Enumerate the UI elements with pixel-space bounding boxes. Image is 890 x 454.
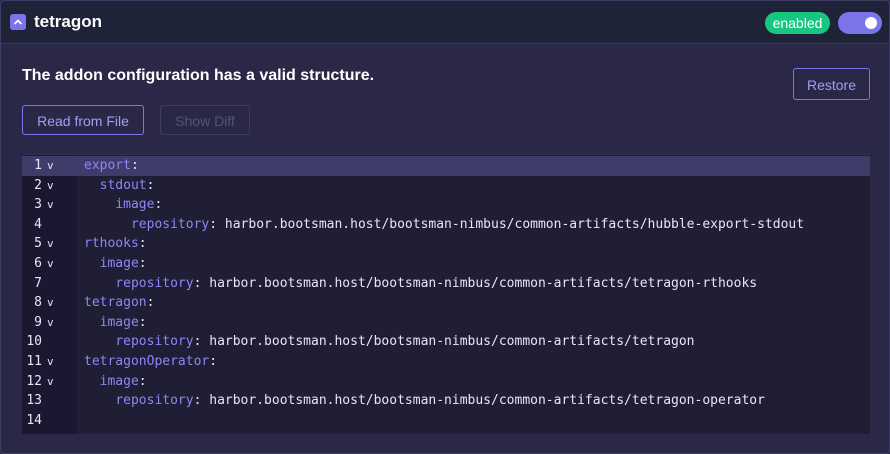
line-code: export: bbox=[84, 156, 139, 176]
yaml-key: tetragonOperator bbox=[84, 354, 210, 369]
yaml-value: harbor.bootsman.host/bootsman-nimbus/com… bbox=[201, 275, 758, 291]
yaml-key: repository bbox=[115, 275, 194, 291]
line-code: tetragonOperator: bbox=[84, 352, 217, 372]
editor-line[interactable]: 2v stdout: bbox=[22, 176, 870, 196]
validation-message: The addon configuration has a valid stru… bbox=[22, 67, 375, 84]
config-editor[interactable]: 1 v export: 2 v stdout: 3 v image: 4 repository… bbox=[22, 154, 870, 434]
line-number: 14 bbox=[26, 412, 42, 428]
fold-chevron-icon[interactable]: v bbox=[47, 234, 57, 254]
yaml-separator: : bbox=[209, 216, 218, 232]
editor-line[interactable]: 3v image: bbox=[22, 195, 870, 215]
line-number: 5 bbox=[34, 236, 42, 252]
yaml-value: harbor.bootsman.host/bootsman-nimbus/com… bbox=[201, 393, 765, 409]
show-diff-button[interactable]: Show Diff bbox=[160, 105, 250, 135]
yaml-separator: : bbox=[209, 354, 218, 369]
editor-line[interactable]: 4 repository: harbor.bootsman.host/boots… bbox=[22, 215, 870, 235]
editor-line[interactable]: 11 v tetragonOperator: bbox=[22, 352, 870, 372]
editor-line[interactable]: 12 v image: bbox=[22, 372, 870, 392]
fold-chevron-icon[interactable]: v bbox=[47, 176, 57, 196]
yaml-separator: : bbox=[138, 314, 147, 330]
yaml-key: image bbox=[99, 314, 139, 330]
yaml-separator: : bbox=[138, 256, 147, 271]
line-number: 12 bbox=[26, 373, 42, 389]
yaml-separator: : bbox=[146, 295, 155, 311]
yaml-key: repository bbox=[115, 334, 194, 350]
yaml-key: image bbox=[99, 373, 139, 389]
editor-line[interactable]: 1 v export: bbox=[22, 156, 870, 176]
line-number: 11 bbox=[26, 354, 42, 369]
addon-header: tetragon enabled bbox=[1, 1, 889, 44]
yaml-key: image bbox=[115, 197, 155, 213]
line-code: rthooks: bbox=[84, 234, 147, 254]
addon-panel: tetragon enabled The addon configuration… bbox=[0, 0, 890, 454]
line-code: stdout: bbox=[84, 176, 155, 196]
editor-line[interactable]: 7 repository: harbor.bootsman.host/boots… bbox=[22, 274, 870, 294]
enable-toggle[interactable] bbox=[838, 12, 882, 34]
line-number: 3 bbox=[34, 197, 42, 213]
line-number: 10 bbox=[26, 334, 42, 350]
yaml-separator: : bbox=[154, 197, 163, 213]
yaml-value: harbor.bootsman.host/bootsman-nimbus/com… bbox=[217, 216, 805, 232]
editor-line[interactable]: 6v image: bbox=[22, 254, 870, 274]
editor-line[interactable]: 5 v rthooks: bbox=[22, 234, 870, 254]
yaml-separator: : bbox=[138, 236, 147, 252]
yaml-key: rthooks bbox=[84, 236, 139, 252]
line-code: image: bbox=[84, 313, 147, 333]
editor-line[interactable]: 8 v tetragon: bbox=[22, 293, 870, 313]
line-number: 9 bbox=[34, 314, 42, 330]
editor-line[interactable]: 10 repository: harbor.bootsman.host/boot… bbox=[22, 332, 870, 352]
fold-chevron-icon[interactable]: v bbox=[47, 195, 57, 215]
status-badge: enabled bbox=[765, 12, 830, 34]
collapse-button[interactable] bbox=[10, 14, 26, 30]
line-number: 2 bbox=[34, 177, 42, 193]
yaml-key: repository bbox=[130, 216, 210, 232]
fold-chevron-icon[interactable]: v bbox=[47, 372, 57, 392]
yaml-key: tetragon bbox=[84, 295, 147, 311]
editor-line[interactable]: 13 repository: harbor.bootsman.host/boot… bbox=[22, 391, 870, 411]
line-code: image: bbox=[84, 195, 162, 215]
restore-button[interactable]: Restore bbox=[793, 68, 870, 100]
line-code: repository: harbor.bootsman.host/bootsma… bbox=[84, 391, 765, 411]
line-code: repository: harbor.bootsman.host/bootsma… bbox=[84, 332, 695, 352]
yaml-key: export bbox=[84, 158, 131, 173]
fold-chevron-icon[interactable]: v bbox=[47, 352, 57, 372]
line-number: 7 bbox=[34, 275, 42, 291]
line-number: 13 bbox=[26, 393, 42, 409]
yaml-separator: : bbox=[146, 177, 155, 193]
fold-chevron-icon[interactable]: v bbox=[47, 313, 57, 333]
yaml-key: stdout bbox=[99, 177, 147, 193]
editor-line[interactable]: 9v image: bbox=[22, 313, 870, 333]
line-code: repository: harbor.bootsman.host/bootsma… bbox=[84, 215, 804, 235]
line-code: image: bbox=[84, 254, 147, 274]
line-number: 6 bbox=[34, 256, 42, 271]
line-number: 4 bbox=[34, 216, 42, 232]
line-code: tetragon: bbox=[84, 293, 154, 313]
yaml-separator: : bbox=[130, 158, 139, 173]
line-code: repository: harbor.bootsman.host/bootsma… bbox=[84, 274, 757, 294]
yaml-key: image bbox=[99, 256, 139, 271]
fold-chevron-icon[interactable]: v bbox=[47, 156, 57, 176]
yaml-value: harbor.bootsman.host/bootsman-nimbus/com… bbox=[201, 334, 695, 350]
chevron-up-icon bbox=[14, 19, 22, 25]
yaml-key: repository bbox=[115, 393, 194, 409]
line-number: 1 bbox=[34, 158, 42, 173]
addon-title: tetragon bbox=[34, 12, 102, 31]
line-number: 8 bbox=[34, 295, 42, 311]
editor-line[interactable]: 14 bbox=[22, 411, 870, 431]
toggle-knob bbox=[865, 17, 877, 29]
fold-chevron-icon[interactable]: v bbox=[47, 293, 57, 313]
fold-chevron-icon[interactable]: v bbox=[47, 254, 57, 274]
line-code: image: bbox=[84, 372, 147, 392]
yaml-separator: : bbox=[138, 373, 147, 389]
read-from-file-button[interactable]: Read from File bbox=[22, 105, 144, 135]
